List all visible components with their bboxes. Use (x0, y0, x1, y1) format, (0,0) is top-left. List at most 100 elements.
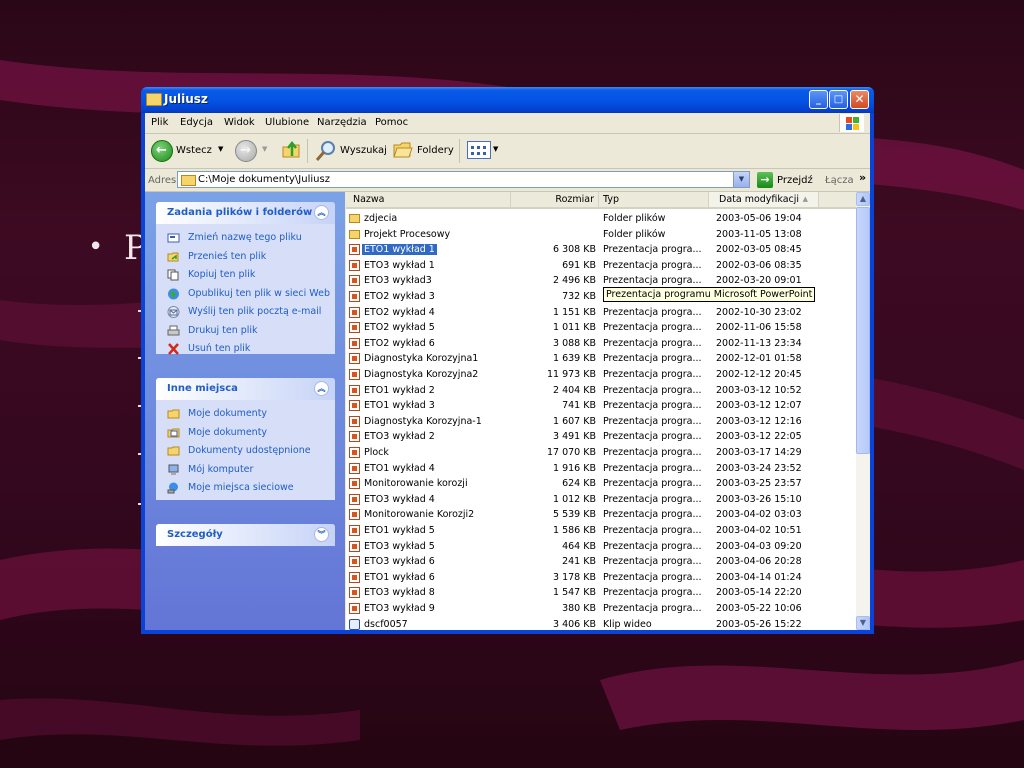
file-size: 1 011 KB (553, 322, 596, 334)
file-size: 1 639 KB (553, 353, 596, 365)
file-size: 11 973 KB (546, 369, 596, 380)
file-date: 2002-12-01 01:58 (716, 353, 802, 365)
collapse-icon[interactable]: ︽ (314, 205, 329, 220)
file-name: ETO3 wykład 2 (364, 431, 435, 443)
vertical-scrollbar[interactable]: ▲ ▼ (856, 192, 870, 630)
file-date: 2003-04-14 01:24 (716, 571, 802, 583)
scroll-thumb[interactable] (856, 207, 870, 454)
forward-arrow-icon[interactable]: → (235, 140, 257, 162)
views-dropdown-icon[interactable]: ▼ (493, 145, 498, 153)
file-size: 17 070 KB (546, 447, 596, 458)
column-date[interactable]: Data modyfikacji ▲ (709, 192, 819, 207)
maximize-button[interactable]: □ (829, 90, 848, 109)
file-row[interactable]: zdjecia Folder plików 2003-05-06 19:04 (346, 212, 856, 228)
powerpoint-file-icon (349, 353, 360, 365)
file-row[interactable]: Diagnostyka Korozyjna2 11 973 KB Prezentac… (346, 368, 856, 384)
window-title: Juliusz (164, 92, 208, 106)
forward-dropdown-icon[interactable]: ▼ (262, 145, 267, 153)
menu-favorites[interactable]: Ulubione (265, 117, 309, 128)
file-task-item-label: Usuń ten plik (188, 343, 251, 354)
file-task-item-label: Drukuj ten plik (188, 324, 258, 336)
file-row[interactable]: ETO2 wykład 6 3 088 KB Prezentacja progra.… (346, 337, 856, 353)
file-row[interactable]: Plock 17 070 KB Prezentacja progra... 2003-… (346, 446, 856, 462)
file-row[interactable]: ETO3 wykład 8 1 547 KB Prezentacja progra.… (346, 586, 856, 602)
address-value[interactable]: C:\Moje dokumenty\Juliusz (198, 174, 330, 185)
file-row[interactable]: ETO3 wykład 5 464 KB Prezentacja progra...… (346, 540, 856, 556)
address-dropdown-icon[interactable]: ▼ (733, 172, 749, 187)
file-row[interactable]: ETO1 wykład 6 3 178 KB Prezentacja progra.… (346, 571, 856, 587)
folders-button[interactable]: Foldery (417, 145, 454, 156)
file-size: 1 607 KB (553, 415, 596, 427)
title-bar[interactable]: Juliusz _ □ ✕ (141, 87, 874, 113)
column-type[interactable]: Typ (599, 192, 709, 207)
file-row[interactable]: ETO3 wykład 2 3 491 KB Prezentacja progra.… (346, 430, 856, 446)
file-date: 2002-10-30 23:02 (716, 306, 802, 318)
column-size[interactable]: Rozmiar (511, 192, 599, 207)
file-row[interactable]: ETO3 wykład 9 380 KB Prezentacja progra...… (346, 602, 856, 618)
file-row[interactable]: ETO2 wykład 4 1 151 KB Prezentacja progra.… (346, 306, 856, 322)
details-header[interactable]: Szczegóły ︾ (156, 524, 335, 546)
folder-icon (349, 229, 360, 239)
back-button[interactable]: Wstecz (176, 145, 212, 156)
file-size: 3 178 KB (553, 571, 596, 583)
file-row[interactable]: ETO1 wykład 4 1 916 KB Prezentacja progra.… (346, 462, 856, 478)
expand-icon[interactable]: ︾ (314, 527, 329, 542)
file-name: ETO3 wykład 9 (364, 603, 435, 614)
file-date: 2003-03-12 10:52 (716, 384, 802, 396)
search-button[interactable]: Wyszukaj (340, 145, 387, 156)
file-size: 1 151 KB (553, 306, 596, 318)
file-row[interactable]: ETO1 wykład 1 6 308 KB Prezentacja progra.… (346, 243, 856, 259)
computer-icon (167, 464, 180, 476)
back-arrow-icon[interactable]: ← (151, 140, 173, 162)
file-name: ETO3 wykład 5 (364, 540, 435, 552)
file-tasks-title: Zadania plików i folderów (167, 207, 313, 218)
other-place-item-label: Mój komputer (188, 463, 254, 475)
links-label[interactable]: Łącza (825, 175, 854, 186)
file-row[interactable]: Monitorowanie Korozji2 5 539 KB Prezentacj… (346, 508, 856, 524)
menu-tools[interactable]: Narzędzia (317, 117, 367, 128)
minimize-button[interactable]: _ (809, 90, 828, 109)
back-dropdown-icon[interactable]: ▼ (218, 145, 223, 153)
file-row[interactable]: dscf0057 3 406 KB Klip wideo 2003-05-26 15:… (346, 618, 856, 630)
powerpoint-file-icon (349, 571, 360, 583)
scroll-up-icon[interactable]: ▲ (856, 192, 870, 206)
folder-up-icon[interactable] (282, 140, 302, 160)
file-row[interactable]: ETO1 wykład 2 2 404 KB Prezentacja progra.… (346, 384, 856, 400)
file-name: ETO1 wykład 6 (364, 571, 435, 583)
go-button[interactable]: Przejdź (777, 175, 813, 186)
powerpoint-file-icon (349, 431, 360, 443)
email-icon (167, 306, 180, 318)
menu-help[interactable]: Pomoc (375, 117, 408, 128)
file-name: ETO3 wykład3 (364, 275, 432, 287)
file-row[interactable]: ETO3 wykład 1 691 KB Prezentacja progra...… (346, 259, 856, 275)
menu-view[interactable]: Widok (224, 117, 255, 128)
scroll-down-icon[interactable]: ▼ (856, 616, 870, 630)
address-input[interactable]: C:\Moje dokumenty\Juliusz ▼ (177, 171, 750, 188)
folders-icon[interactable] (393, 142, 413, 158)
links-chevron-icon[interactable]: » (859, 171, 866, 184)
menu-file[interactable]: Plik (151, 117, 168, 128)
menu-edit[interactable]: Edycja (180, 117, 213, 128)
file-row[interactable]: Projekt Procesowy Folder plików 2003-11-05… (346, 228, 856, 244)
file-row[interactable]: ETO1 wykład 5 1 586 KB Prezentacja progra.… (346, 524, 856, 540)
file-row[interactable]: Monitorowanie korozji 624 KB Prezentacja p… (346, 477, 856, 493)
file-row[interactable]: ETO2 wykład 5 1 011 KB Prezentacja progra.… (346, 321, 856, 337)
file-row[interactable]: ETO3 wykład 6 241 KB Prezentacja progra...… (346, 555, 856, 571)
file-row[interactable]: ETO1 wykład 3 741 KB Prezentacja progra...… (346, 399, 856, 415)
file-row[interactable]: Diagnostyka Korozyjna-1 1 607 KB Prezentac… (346, 415, 856, 431)
file-tasks-header[interactable]: Zadania plików i folderów ︽ (156, 202, 335, 224)
other-places-header[interactable]: Inne miejsca ︽ (156, 378, 335, 400)
file-date: 2003-03-12 12:16 (716, 415, 802, 427)
close-button[interactable]: ✕ (850, 90, 869, 109)
search-icon[interactable] (315, 140, 337, 162)
column-name[interactable]: Nazwa (346, 192, 511, 207)
go-arrow-icon[interactable]: → (757, 172, 773, 188)
file-tasks-panel: Zadania plików i folderów ︽ Zmień nazwę … (156, 202, 335, 355)
file-date: 2003-03-17 14:29 (716, 447, 802, 458)
file-row[interactable]: ETO3 wykład 4 1 012 KB Prezentacja progra.… (346, 493, 856, 509)
collapse-icon[interactable]: ︽ (314, 381, 329, 396)
file-row[interactable]: Diagnostyka Korozyjna1 1 639 KB Prezentacj… (346, 352, 856, 368)
file-size: 1 916 KB (553, 462, 596, 474)
file-size: 2 404 KB (553, 384, 596, 396)
views-icon[interactable] (467, 141, 491, 159)
